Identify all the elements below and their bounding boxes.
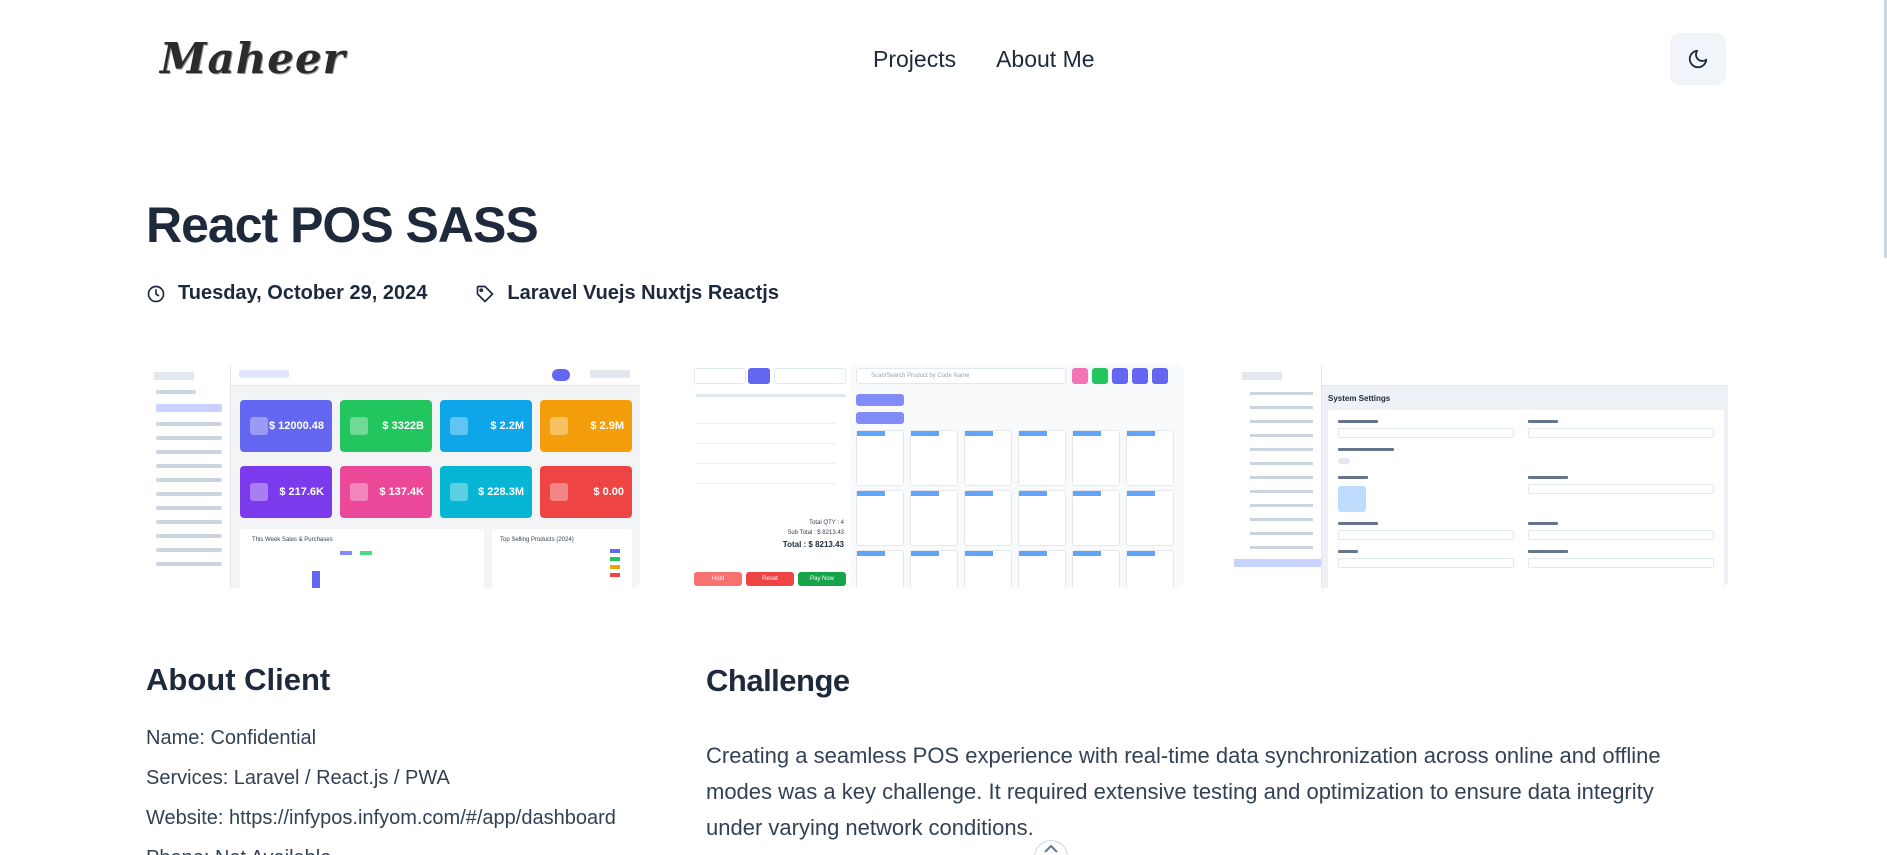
nav-about-me[interactable]: About Me (996, 46, 1094, 73)
total-qty: Total QTY : 4 (809, 520, 844, 526)
logo-text: Maheer (160, 34, 346, 83)
stat-card: $ 137.4K (340, 466, 432, 518)
moon-icon (1688, 49, 1708, 69)
reset-button[interactable]: Reset (746, 572, 794, 586)
dashboard-topbar (231, 364, 640, 386)
about-client-title: About Client (146, 662, 331, 697)
panel-title: This Week Sales & Purchases (252, 537, 333, 543)
list-item: Services: Laravel / React.js / PWA (146, 767, 450, 789)
stat-card: $ 217.6K (240, 466, 332, 518)
challenge-text: Creating a seamless POS experience with … (706, 743, 1661, 840)
settings-main: System Settings (1322, 364, 1728, 588)
grand-total: Total : $ 8213.43 (782, 540, 844, 549)
logo[interactable]: Maheer (160, 34, 345, 84)
pos-products: Scan/Search Product by Code Name (850, 364, 1184, 588)
list-item: Website: https://infypos.infyom.com/#/ap… (146, 807, 616, 829)
screenshot-pos[interactable]: Total QTY : 4 Sub Total : $ 8213.43 Tota… (690, 364, 1184, 588)
nav-projects[interactable]: Projects (873, 46, 956, 73)
sales-chart-panel: This Week Sales & Purchases (240, 529, 484, 588)
stat-card: $ 2.9M (540, 400, 632, 452)
list-item: Phone: Not Available (146, 838, 616, 855)
tag-icon (477, 285, 494, 302)
project-tags: Laravel Vuejs Nuxtjs Reactjs (475, 282, 779, 305)
pay-now-button[interactable]: Pay Now (798, 572, 846, 586)
clock-icon (147, 285, 165, 302)
hold-button[interactable]: Hold (694, 572, 742, 586)
project-date: Tuesday, October 29, 2024 (146, 282, 427, 305)
top-products-panel: Top Selling Products (2024) (492, 529, 632, 588)
stat-card: $ 228.3M (440, 466, 532, 518)
panel-title: Top Selling Products (2024) (500, 537, 574, 543)
about-client-list: Name: Confidential Services: Laravel / R… (146, 718, 616, 855)
theme-toggle-button[interactable] (1670, 33, 1726, 85)
stat-card: $ 2.2M (440, 400, 532, 452)
screenshot-dashboard[interactable]: $ 12000.48 $ 3322B $ 2.2M $ 2.9M $ 217.6… (146, 364, 640, 588)
pos-cart: Total QTY : 4 Sub Total : $ 8213.43 Tota… (690, 364, 850, 588)
page-title: React POS SASS (146, 197, 539, 253)
list-item: Name: Confidential (146, 727, 317, 749)
settings-sidebar (1234, 364, 1322, 588)
tags-text: Laravel Vuejs Nuxtjs Reactjs (507, 282, 779, 304)
settings-title: System Settings (1328, 394, 1391, 403)
main-nav: Projects About Me (873, 46, 1095, 73)
date-text: Tuesday, October 29, 2024 (178, 282, 428, 304)
chevron-up-icon (1044, 844, 1058, 853)
stat-card: $ 12000.48 (240, 400, 332, 452)
stat-card: $ 0.00 (540, 466, 632, 518)
sub-total: Sub Total : $ 8213.43 (787, 530, 844, 536)
project-meta: Tuesday, October 29, 2024 Laravel Vuejs … (146, 282, 779, 305)
dashboard-sidebar (146, 364, 231, 588)
product-search[interactable]: Scan/Search Product by Code Name (856, 368, 1066, 384)
challenge-title: Challenge (706, 663, 850, 698)
screenshot-settings[interactable]: System Settings (1234, 364, 1728, 588)
site-header: Maheer Projects About Me (0, 0, 1887, 110)
stat-card: $ 3322B (340, 400, 432, 452)
